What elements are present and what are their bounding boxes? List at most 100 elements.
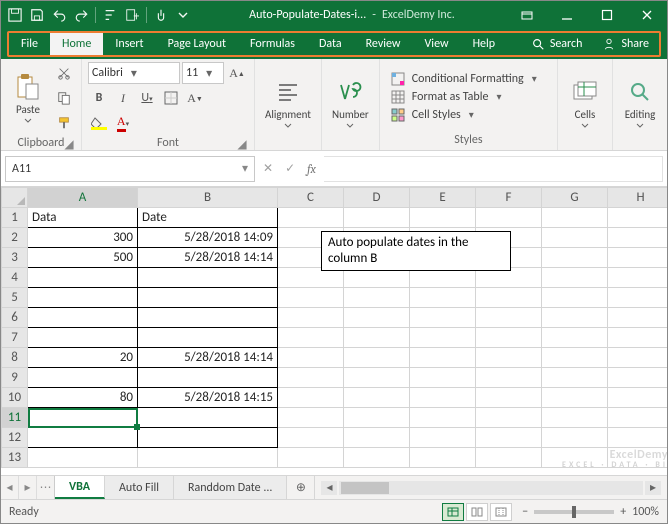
dialog-launcher-icon[interactable]: ◢ xyxy=(236,138,248,150)
cell[interactable] xyxy=(608,208,668,228)
font-name-combo[interactable]: Calibri▾ xyxy=(88,62,180,84)
cell[interactable] xyxy=(344,308,410,328)
grid[interactable]: A B C D E F G H 1DataDate 23005/28/2018 … xyxy=(1,187,667,475)
cell[interactable] xyxy=(608,248,668,268)
cell[interactable] xyxy=(278,388,344,408)
cell[interactable] xyxy=(138,428,278,448)
maximize-icon[interactable] xyxy=(587,1,627,29)
formula-input[interactable] xyxy=(324,156,663,182)
cell[interactable] xyxy=(476,288,542,308)
paste-button[interactable]: Paste xyxy=(7,70,49,127)
row-header[interactable]: 11 xyxy=(2,408,28,428)
col-header-e[interactable]: E xyxy=(410,188,476,208)
cell[interactable] xyxy=(608,228,668,248)
cell[interactable] xyxy=(542,268,608,288)
row-header[interactable]: 8 xyxy=(2,348,28,368)
font-size-combo[interactable]: 11▾ xyxy=(182,62,224,84)
cell[interactable] xyxy=(410,208,476,228)
col-header-f[interactable]: F xyxy=(476,188,542,208)
col-header-a[interactable]: A xyxy=(28,188,138,208)
row-header[interactable]: 3 xyxy=(2,248,28,268)
col-header-d[interactable]: D xyxy=(344,188,410,208)
cell[interactable]: 80 xyxy=(28,388,138,408)
view-page-break-icon[interactable] xyxy=(490,503,512,521)
tab-nav-more-icon[interactable]: ⋯ xyxy=(37,476,55,499)
copy-icon[interactable] xyxy=(53,87,75,109)
row-header[interactable]: 12 xyxy=(2,428,28,448)
col-header-h[interactable]: H xyxy=(608,188,668,208)
cell[interactable] xyxy=(542,208,608,228)
tab-review[interactable]: Review xyxy=(354,33,413,55)
sheet-tab-random[interactable]: Randdom Date ... xyxy=(174,476,288,499)
zoom-value[interactable]: 100% xyxy=(632,505,659,519)
cell[interactable] xyxy=(278,208,344,228)
annotation-textbox[interactable]: Auto populate dates in the column B xyxy=(321,231,511,271)
cell[interactable] xyxy=(410,328,476,348)
decrease-font-icon[interactable]: A▼ xyxy=(184,87,206,109)
cell[interactable]: 5/28/2018 14:09 xyxy=(138,228,278,248)
tab-help[interactable]: Help xyxy=(461,33,508,55)
cell[interactable]: Data xyxy=(28,208,138,228)
undo-icon[interactable] xyxy=(49,5,69,25)
cells-button[interactable]: Cells xyxy=(564,75,606,132)
row-header[interactable]: 1 xyxy=(2,208,28,228)
cell[interactable]: 20 xyxy=(28,348,138,368)
cell[interactable] xyxy=(278,408,344,428)
number-button[interactable]: Number xyxy=(328,75,373,132)
cell[interactable] xyxy=(344,328,410,348)
cell[interactable] xyxy=(344,388,410,408)
autosave-icon[interactable] xyxy=(5,5,25,25)
cell[interactable] xyxy=(410,388,476,408)
cell[interactable]: 5/28/2018 14:15 xyxy=(138,388,278,408)
cell[interactable] xyxy=(608,288,668,308)
cell[interactable] xyxy=(28,328,138,348)
tab-home[interactable]: Home xyxy=(50,33,103,55)
view-normal-icon[interactable] xyxy=(442,503,464,521)
row-header[interactable]: 10 xyxy=(2,388,28,408)
tab-data[interactable]: Data xyxy=(307,33,354,55)
cancel-formula-icon[interactable]: ✕ xyxy=(263,161,273,176)
cell[interactable] xyxy=(542,408,608,428)
name-box[interactable]: A11▾ xyxy=(5,156,255,182)
cell[interactable] xyxy=(476,308,542,328)
cell-styles-button[interactable]: Cell Styles▾ xyxy=(390,107,537,123)
horizontal-scrollbar[interactable]: ◂ ▸ xyxy=(315,476,667,499)
cell[interactable] xyxy=(476,208,542,228)
cell[interactable] xyxy=(410,428,476,448)
row-header[interactable]: 6 xyxy=(2,308,28,328)
fill-color-icon[interactable] xyxy=(88,112,110,134)
sheet-tab-vba[interactable]: VBA xyxy=(55,476,105,499)
ribbon-display-icon[interactable] xyxy=(507,1,547,29)
borders-icon[interactable] xyxy=(160,87,182,109)
view-page-layout-icon[interactable] xyxy=(466,503,488,521)
cut-icon[interactable] xyxy=(53,62,75,84)
col-header-b[interactable]: B xyxy=(138,188,278,208)
cell[interactable] xyxy=(542,288,608,308)
cell[interactable] xyxy=(608,348,668,368)
tab-formulas[interactable]: Formulas xyxy=(238,33,307,55)
cell[interactable] xyxy=(410,448,476,468)
cell[interactable]: Date xyxy=(138,208,278,228)
select-all-corner[interactable] xyxy=(2,188,28,208)
cell[interactable] xyxy=(278,308,344,328)
zoom-out-icon[interactable]: − xyxy=(522,505,528,519)
cell[interactable] xyxy=(542,308,608,328)
alignment-button[interactable]: Alignment xyxy=(261,75,315,132)
format-as-table-button[interactable]: Format as Table▾ xyxy=(390,89,537,105)
cell[interactable] xyxy=(344,288,410,308)
cell[interactable] xyxy=(476,428,542,448)
row-header[interactable]: 7 xyxy=(2,328,28,348)
zoom-slider[interactable] xyxy=(534,510,614,514)
cell[interactable] xyxy=(542,328,608,348)
cell[interactable] xyxy=(608,408,668,428)
zoom-thumb[interactable] xyxy=(572,506,576,518)
sheet-tab-autofill[interactable]: Auto Fill xyxy=(105,476,174,499)
cell[interactable] xyxy=(138,288,278,308)
cell[interactable] xyxy=(476,388,542,408)
new-sheet-icon[interactable]: ⊕ xyxy=(287,476,315,499)
cell[interactable] xyxy=(28,428,138,448)
cell[interactable] xyxy=(278,368,344,388)
italic-button[interactable]: I xyxy=(112,87,134,109)
scroll-track[interactable] xyxy=(339,481,643,495)
cell[interactable]: 500 xyxy=(28,248,138,268)
